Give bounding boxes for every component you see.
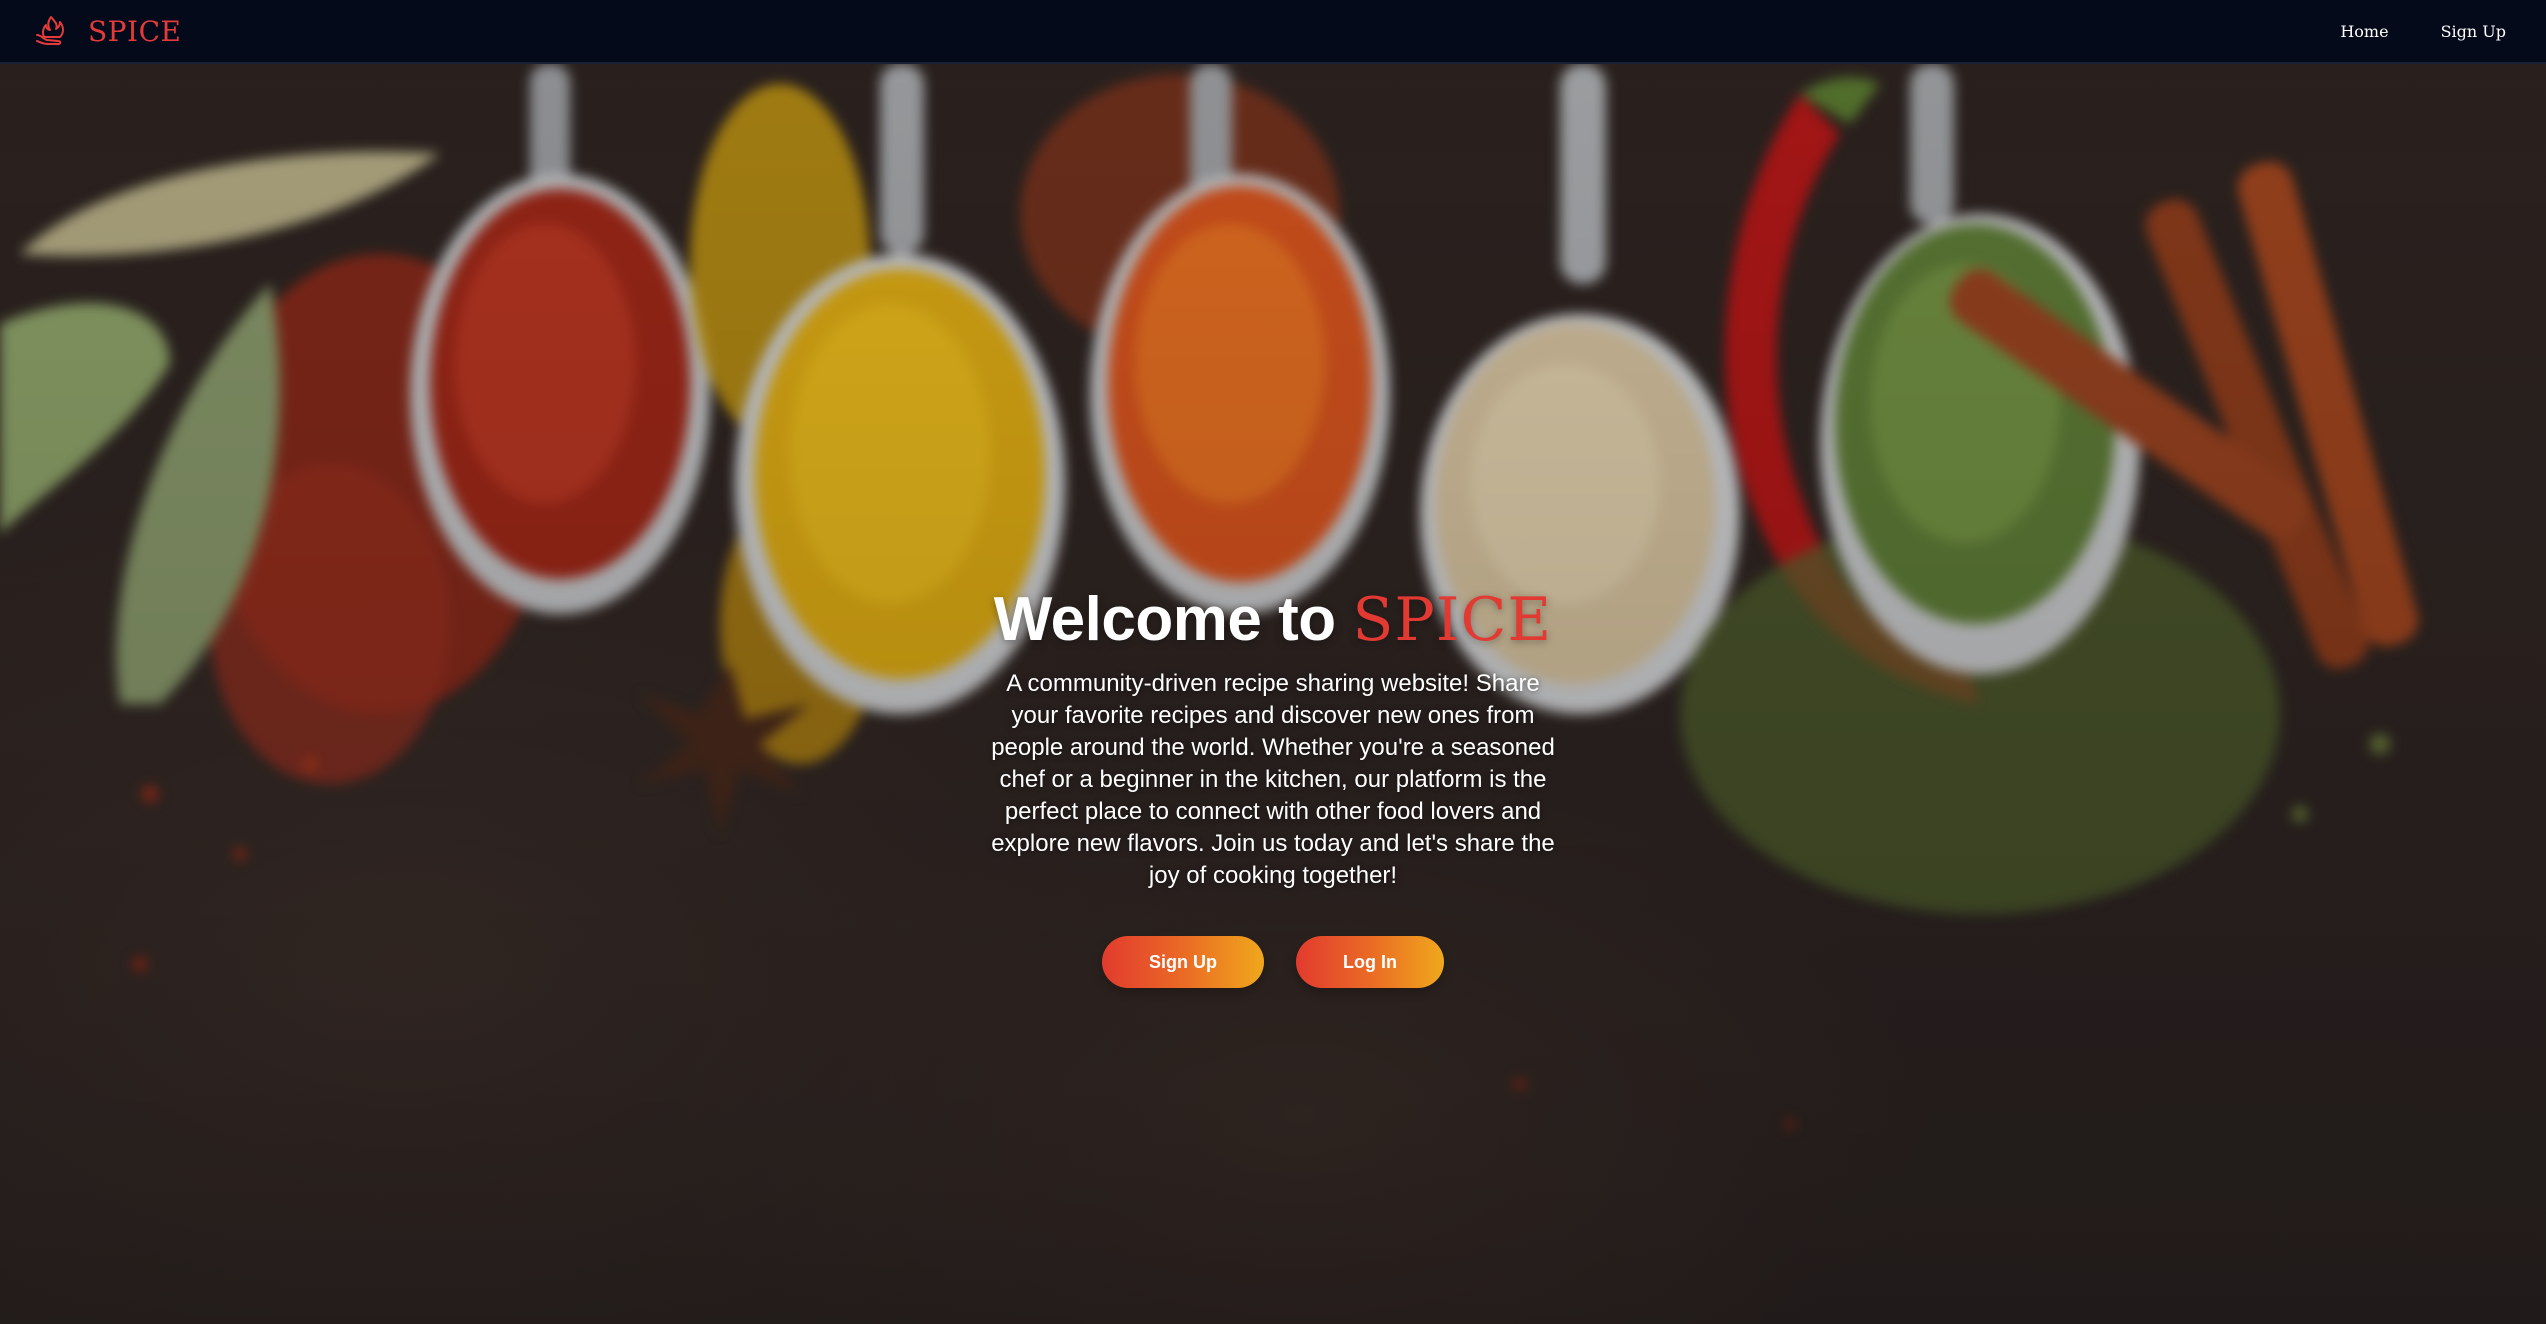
nav-links: Home Sign Up: [2340, 22, 2506, 41]
hero-buttons: Sign Up Log In: [973, 936, 1573, 988]
nav-link-home[interactable]: Home: [2340, 22, 2388, 41]
hero-section: Welcome to SPICE A community-driven reci…: [0, 64, 2546, 1324]
flame-hand-icon: [36, 16, 64, 45]
brand-name: SPICE: [88, 14, 182, 48]
hero-title-prefix: Welcome to: [993, 585, 1336, 654]
login-button[interactable]: Log In: [1296, 936, 1444, 988]
top-navbar: SPICE Home Sign Up: [0, 0, 2546, 64]
hero-title: Welcome to SPICE: [973, 582, 1573, 658]
brand-logo-link[interactable]: SPICE: [34, 13, 181, 49]
hero-title-brand: SPICE: [1352, 585, 1553, 655]
nav-link-signup[interactable]: Sign Up: [2441, 22, 2506, 41]
hero-description: A community-driven recipe sharing websit…: [991, 670, 1555, 889]
hero-content: Welcome to SPICE A community-driven reci…: [973, 582, 1573, 988]
signup-button[interactable]: Sign Up: [1102, 936, 1264, 988]
